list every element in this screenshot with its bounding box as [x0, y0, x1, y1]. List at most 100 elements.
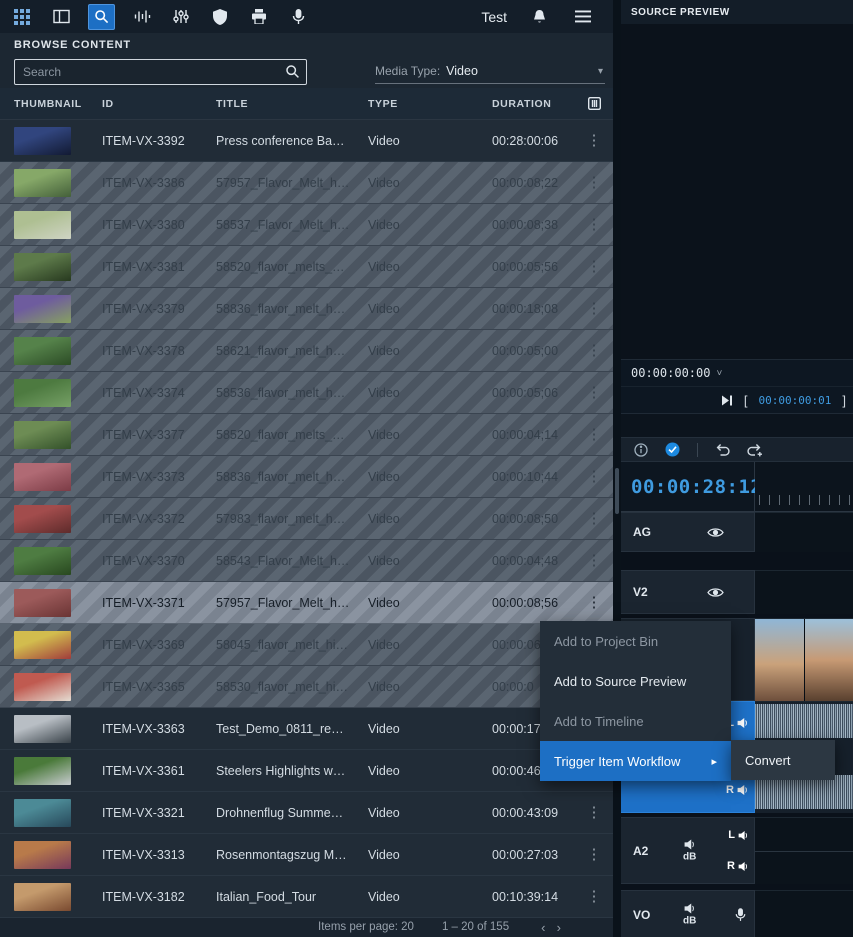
row-menu-icon[interactable]: ⋮	[587, 511, 602, 526]
info-icon[interactable]	[634, 443, 648, 457]
timeline-ruler[interactable]	[755, 462, 853, 511]
search-icon[interactable]	[88, 4, 115, 30]
add-sequence-icon[interactable]	[747, 443, 763, 457]
mark-in-icon[interactable]: [	[744, 393, 748, 408]
table-row[interactable]: ITEM-VX-3369 58045_flavor_melt_hi… Video…	[0, 624, 613, 666]
search-field-icon[interactable]	[285, 64, 300, 79]
prev-page-icon[interactable]: ‹	[537, 921, 549, 934]
timecode-chevron-down-icon[interactable]: ˅	[716, 368, 722, 379]
skip-end-icon[interactable]	[721, 395, 733, 406]
table-row[interactable]: ITEM-VX-3392 Press conference Ba… Video …	[0, 120, 613, 162]
track-v2-lane[interactable]	[755, 570, 853, 614]
column-header-thumbnail[interactable]: THUMBNAIL	[0, 98, 88, 110]
table-row[interactable]: ITEM-VX-3361 Steelers Highlights w… Vide…	[0, 750, 613, 792]
table-row[interactable]: ITEM-VX-3321 Drohnenflug Summe… Video 00…	[0, 792, 613, 834]
track-ag[interactable]: AG	[621, 512, 853, 552]
items-per-page-value[interactable]: 20	[401, 921, 414, 933]
table-row[interactable]: ITEM-VX-3386 57957_Flavor_Melt_h… Video …	[0, 162, 613, 204]
column-settings-icon[interactable]	[588, 97, 601, 110]
sliders-icon[interactable]	[169, 4, 193, 30]
layout-columns-icon[interactable]	[49, 4, 73, 30]
context-menu-item[interactable]: Add to Source Preview	[540, 661, 731, 701]
table-row[interactable]: ITEM-VX-3374 58536_flavor_melt_h… Video …	[0, 372, 613, 414]
column-header-id[interactable]: ID	[88, 98, 202, 110]
table-row[interactable]: ITEM-VX-3370 58543_Flavor_Melt_h… Video …	[0, 540, 613, 582]
track-a2-header[interactable]: A2 dB L R	[621, 817, 755, 884]
table-row[interactable]: ITEM-VX-3371 57957_Flavor_Melt_h… Video …	[0, 582, 613, 624]
video-clip-lane[interactable]	[755, 618, 853, 701]
table-row[interactable]: ITEM-VX-3377 58520_flavor_melts_… Video …	[0, 414, 613, 456]
row-menu-icon[interactable]: ⋮	[587, 301, 602, 316]
table-row[interactable]: ITEM-VX-3380 58537_Flavor_Melt_h… Video …	[0, 204, 613, 246]
apps-icon[interactable]	[10, 4, 34, 30]
table-row[interactable]: ITEM-VX-3313 Rosenmontagszug M… Video 00…	[0, 834, 613, 876]
track-a2[interactable]: A2 dB L R	[621, 817, 853, 884]
row-menu-icon[interactable]: ⋮	[587, 175, 602, 190]
microphone-icon[interactable]	[286, 4, 310, 30]
column-header-duration[interactable]: DURATION	[478, 98, 580, 110]
shield-icon[interactable]	[208, 4, 232, 30]
eye-icon[interactable]	[707, 587, 724, 598]
playhead-timecode[interactable]: 00:00:28:12	[621, 462, 755, 511]
item-duration: 00:00:04;14	[478, 428, 580, 442]
item-duration: 00:00:18;08	[478, 302, 580, 316]
microphone-icon[interactable]	[735, 908, 746, 922]
table-row[interactable]: ITEM-VX-3363 Test_Demo_0811_re… Video 00…	[0, 708, 613, 750]
check-circle-icon[interactable]	[665, 442, 680, 457]
column-header-type[interactable]: TYPE	[354, 98, 478, 110]
menu-icon[interactable]	[571, 4, 595, 30]
table-row[interactable]: ITEM-VX-3373 58836_flavor_melt_h… Video …	[0, 456, 613, 498]
row-menu-icon[interactable]: ⋮	[587, 469, 602, 484]
divider-handle[interactable]	[615, 468, 619, 514]
track-ag-lane[interactable]	[755, 512, 853, 552]
context-menu-item[interactable]: Trigger Item Workflow▸	[540, 741, 731, 781]
table-row[interactable]: ITEM-VX-3379 58836_flavor_melt_h… Video …	[0, 288, 613, 330]
table-row[interactable]: ITEM-VX-3182 Italian_Food_Tour Video 00:…	[0, 876, 613, 918]
printer-icon[interactable]	[247, 4, 271, 30]
search-input[interactable]	[14, 59, 307, 85]
undo-icon[interactable]	[715, 443, 730, 457]
track-v2[interactable]: V2	[621, 570, 853, 614]
track-vo[interactable]: VO dB	[621, 890, 853, 937]
item-title: Italian_Food_Tour	[202, 890, 354, 904]
row-menu-icon[interactable]: ⋮	[587, 259, 602, 274]
gain-control[interactable]: dB	[683, 839, 696, 862]
row-menu-icon[interactable]: ⋮	[587, 385, 602, 400]
row-menu-icon[interactable]: ⋮	[587, 889, 602, 904]
table-row[interactable]: ITEM-VX-3365 58530_flavor_melt_hi… Video…	[0, 666, 613, 708]
track-vo-lane[interactable]	[755, 890, 853, 937]
clip-thumbnail[interactable]	[805, 619, 853, 701]
context-menu-item[interactable]: Add to Timeline	[540, 701, 731, 741]
column-header-title[interactable]: TITLE	[202, 98, 354, 110]
eye-icon[interactable]	[707, 527, 724, 538]
next-page-icon[interactable]: ›	[553, 921, 565, 934]
panel-divider[interactable]	[613, 0, 621, 937]
track-v2-header[interactable]: V2	[621, 570, 755, 614]
media-type-select[interactable]: Media Type: Video ▾	[375, 60, 605, 84]
track-vo-header[interactable]: VO dB	[621, 890, 755, 937]
row-menu-icon[interactable]: ⋮	[587, 847, 602, 862]
track-ag-header[interactable]: AG	[621, 512, 755, 552]
table-row[interactable]: ITEM-VX-3381 58520_flavor_melts_… Video …	[0, 246, 613, 288]
row-menu-icon[interactable]: ⋮	[587, 595, 602, 610]
table-row[interactable]: ITEM-VX-3378 58621_flavor_melt_h… Video …	[0, 330, 613, 372]
item-id: ITEM-VX-3369	[88, 638, 202, 652]
context-menu-item[interactable]: Convert	[731, 740, 835, 780]
row-menu-icon[interactable]: ⋮	[587, 553, 602, 568]
bell-icon[interactable]	[527, 4, 551, 30]
audio-waveform-icon[interactable]	[130, 4, 154, 30]
user-menu[interactable]: Test	[481, 9, 507, 25]
row-menu-icon[interactable]: ⋮	[587, 217, 602, 232]
track-a2-lane[interactable]	[755, 817, 853, 884]
context-menu-item[interactable]: Add to Project Bin	[540, 621, 731, 661]
gain-control[interactable]: dB	[683, 903, 696, 926]
clip-thumbnail[interactable]	[755, 619, 804, 701]
row-menu-icon[interactable]: ⋮	[587, 133, 602, 148]
row-menu-icon[interactable]: ⋮	[587, 343, 602, 358]
mark-out-icon[interactable]: ]	[842, 393, 846, 408]
track-name: VO	[633, 908, 650, 922]
item-title: 58621_flavor_melt_h…	[202, 344, 354, 358]
row-menu-icon[interactable]: ⋮	[587, 427, 602, 442]
row-menu-icon[interactable]: ⋮	[587, 805, 602, 820]
table-row[interactable]: ITEM-VX-3372 57983_flavor_melt_h… Video …	[0, 498, 613, 540]
